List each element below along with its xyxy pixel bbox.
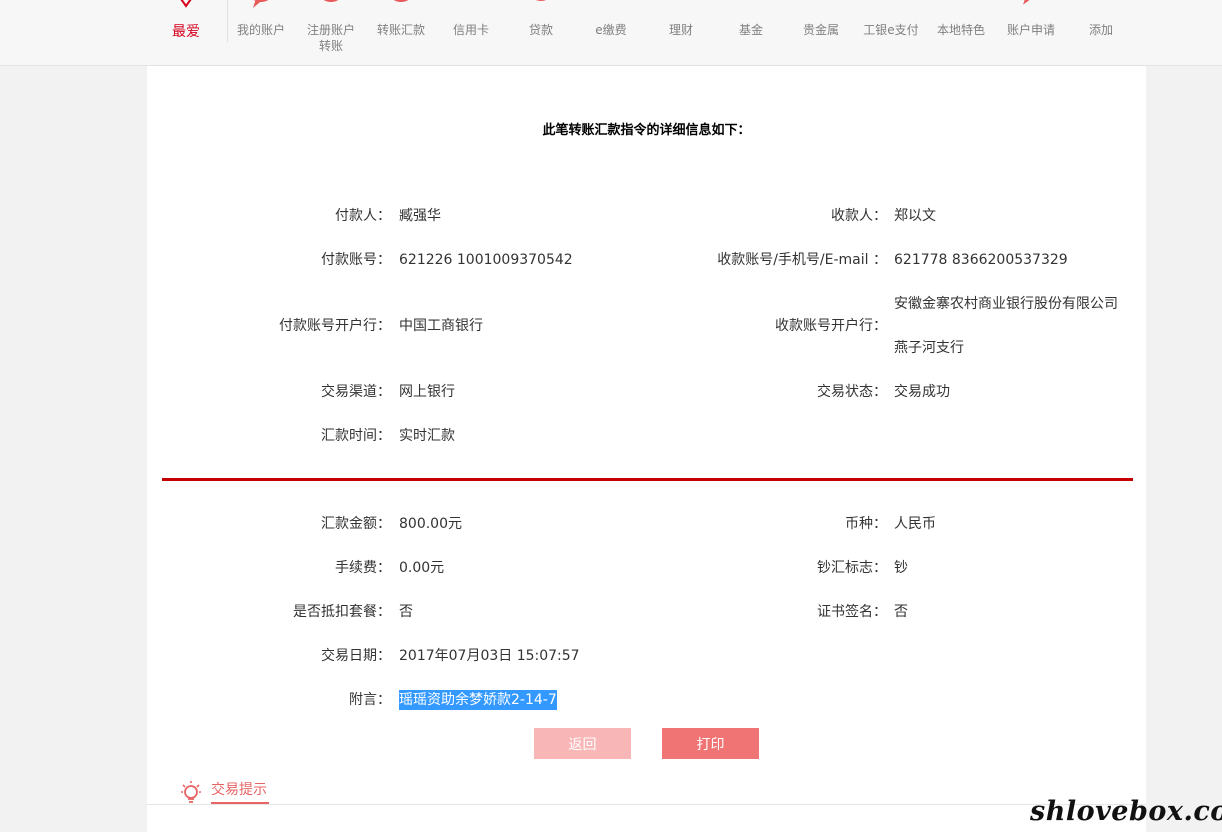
payee-bank-line2: 燕子河支行 (894, 340, 964, 356)
nav-label: 我的账户 (236, 23, 285, 37)
wallet-icon (665, 0, 697, 10)
channel-label: 交易渠道： (321, 384, 391, 400)
nav-label: 最爱 (172, 24, 200, 40)
nav-item-favorites[interactable]: 最爱 (151, 0, 221, 65)
note-label: 附言： (349, 692, 391, 708)
payee-bank-line1: 安徽金寨农村商业银行股份有限公司 (894, 296, 1118, 312)
status-label: 交易状态： (817, 384, 887, 400)
nav-label: 理财 (668, 23, 693, 37)
transfer-detail-panel: 此笔转账汇款指令的详细信息如下： 付款人： 臧强华 收款人： 郑以文 付款账号：… (147, 66, 1146, 766)
detail-row: 是否抵扣套餐： 否 证书签名： 否 (147, 602, 1146, 622)
amount-label: 汇款金额： (321, 516, 391, 532)
payer-account-value: 621226 1001009370542 (399, 252, 573, 268)
loan-icon (525, 0, 557, 10)
lightning-icon (595, 0, 627, 10)
currency-label: 币种： (845, 516, 887, 532)
nav-label: 信用卡 (452, 23, 489, 37)
fee-value: 0.00元 (399, 560, 445, 576)
page-title: 此笔转账汇款指令的详细信息如下： (542, 123, 751, 138)
tips-divider (147, 804, 1146, 805)
nav-item-register-transfer[interactable]: 注册账户转账 (296, 0, 366, 65)
nav-item-add[interactable]: 添加 (1066, 0, 1136, 65)
account-icon (245, 0, 277, 10)
detail-row: 交易渠道： 网上银行 交易状态： 交易成功 (147, 382, 1146, 402)
nav-item-wealth[interactable]: 理财 (646, 0, 716, 65)
nav-item-credit-card[interactable]: 信用卡 (436, 0, 506, 65)
cash-flag-label: 钞汇标志： (817, 560, 887, 576)
cert-sign-value: 否 (894, 604, 908, 620)
payee-account-value: 621778 8366200537329 (894, 252, 1068, 268)
lightbulb-icon (180, 780, 202, 804)
nav-label: 工银e支付 (863, 23, 919, 37)
section-divider (162, 478, 1133, 481)
nav-label: 基金 (738, 23, 763, 37)
package-value: 否 (399, 604, 413, 620)
channel-value: 网上银行 (399, 384, 455, 400)
nav-item-fund[interactable]: 基金 (716, 0, 786, 65)
detail-row: 付款人： 臧强华 收款人： 郑以文 (147, 206, 1146, 226)
top-navigation: 最爱 我的账户 注册账户转账 转账汇款 信用卡 贷款 e缴费 理财 基金 贵金属… (0, 0, 1222, 66)
detail-row: 汇款时间： 实时汇款 (147, 426, 1146, 446)
payer-bank-value: 中国工商银行 (399, 318, 483, 334)
package-label: 是否抵扣套餐： (293, 604, 391, 620)
payee-value: 郑以文 (894, 208, 936, 224)
credit-card-icon (455, 0, 487, 10)
nav-item-transfer[interactable]: 转账汇款 (366, 0, 436, 65)
detail-row: 手续费： 0.00元 钞汇标志： 钞 (147, 558, 1146, 578)
nav-label: 注册账户转账 (306, 23, 355, 53)
fund-icon (735, 0, 767, 10)
cert-sign-label: 证书签名： (817, 604, 887, 620)
detail-row: 附言： 瑶瑶资助余梦娇款2-14-7 (147, 690, 1146, 710)
epay-icon (875, 0, 907, 10)
date-label: 交易日期： (321, 648, 391, 664)
status-value: 交易成功 (894, 384, 950, 400)
nav-label: e缴费 (595, 23, 627, 37)
payer-account-label: 付款账号： (321, 252, 391, 268)
nav-item-precious-metals[interactable]: 贵金属 (786, 0, 856, 65)
nav-label: 本地特色 (936, 23, 985, 37)
nav-label: 贷款 (528, 23, 553, 37)
tips-tab-label[interactable]: 交易提示 (211, 780, 267, 800)
payee-bank-label: 收款账号开户行： (775, 318, 887, 334)
payee-account-label: 收款账号/手机号/E-mail ： (717, 252, 887, 268)
add-icon (1085, 0, 1117, 10)
amount-value: 800.00元 (399, 516, 462, 532)
nav-item-local-special[interactable]: 本地特色 (926, 0, 996, 65)
gold-icon (805, 0, 837, 10)
heart-icon (170, 0, 202, 10)
detail-row: 付款账号开户行： 中国工商银行 收款账号开户行： (147, 316, 1146, 336)
remit-time-label: 汇款时间： (321, 428, 391, 444)
note-value[interactable]: 瑶瑶资助余梦娇款2-14-7 (399, 690, 557, 710)
nav-label: 转账汇款 (376, 23, 425, 37)
watermark: shlovebox.com (1030, 796, 1222, 827)
nav-label: 贵金属 (802, 23, 839, 37)
fee-label: 手续费： (335, 560, 391, 576)
register-transfer-icon (315, 0, 347, 10)
nav-label: 添加 (1088, 23, 1113, 37)
nav-item-loan[interactable]: 贷款 (506, 0, 576, 65)
detail-row: 汇款金额： 800.00元 币种： 人民币 (147, 514, 1146, 534)
payer-label: 付款人： (335, 208, 391, 224)
print-button[interactable]: 打印 (662, 728, 759, 759)
nav-item-account-apply[interactable]: 账户申请 (996, 0, 1066, 65)
payer-bank-label: 付款账号开户行： (279, 318, 391, 334)
nav-item-my-account[interactable]: 我的账户 (226, 0, 296, 65)
nav-item-epayment[interactable]: e缴费 (576, 0, 646, 65)
transaction-tips-section: 交易提示 (147, 766, 1146, 832)
cash-flag-value: 钞 (894, 560, 908, 576)
back-button[interactable]: 返回 (534, 728, 631, 759)
nav-label: 账户申请 (1006, 23, 1055, 37)
local-icon (945, 0, 977, 10)
detail-row: 付款账号： 621226 1001009370542 收款账号/手机号/E-ma… (147, 250, 1146, 270)
currency-value: 人民币 (894, 516, 936, 532)
payee-label: 收款人： (831, 208, 887, 224)
date-value: 2017年07月03日 15:07:57 (399, 648, 580, 664)
nav-item-icbc-epay[interactable]: 工银e支付 (856, 0, 926, 65)
payer-value: 臧强华 (399, 208, 441, 224)
remit-time-value: 实时汇款 (399, 428, 455, 444)
detail-row: 交易日期： 2017年07月03日 15:07:57 (147, 646, 1146, 666)
transfer-icon (385, 0, 417, 10)
apply-icon (1015, 0, 1047, 10)
